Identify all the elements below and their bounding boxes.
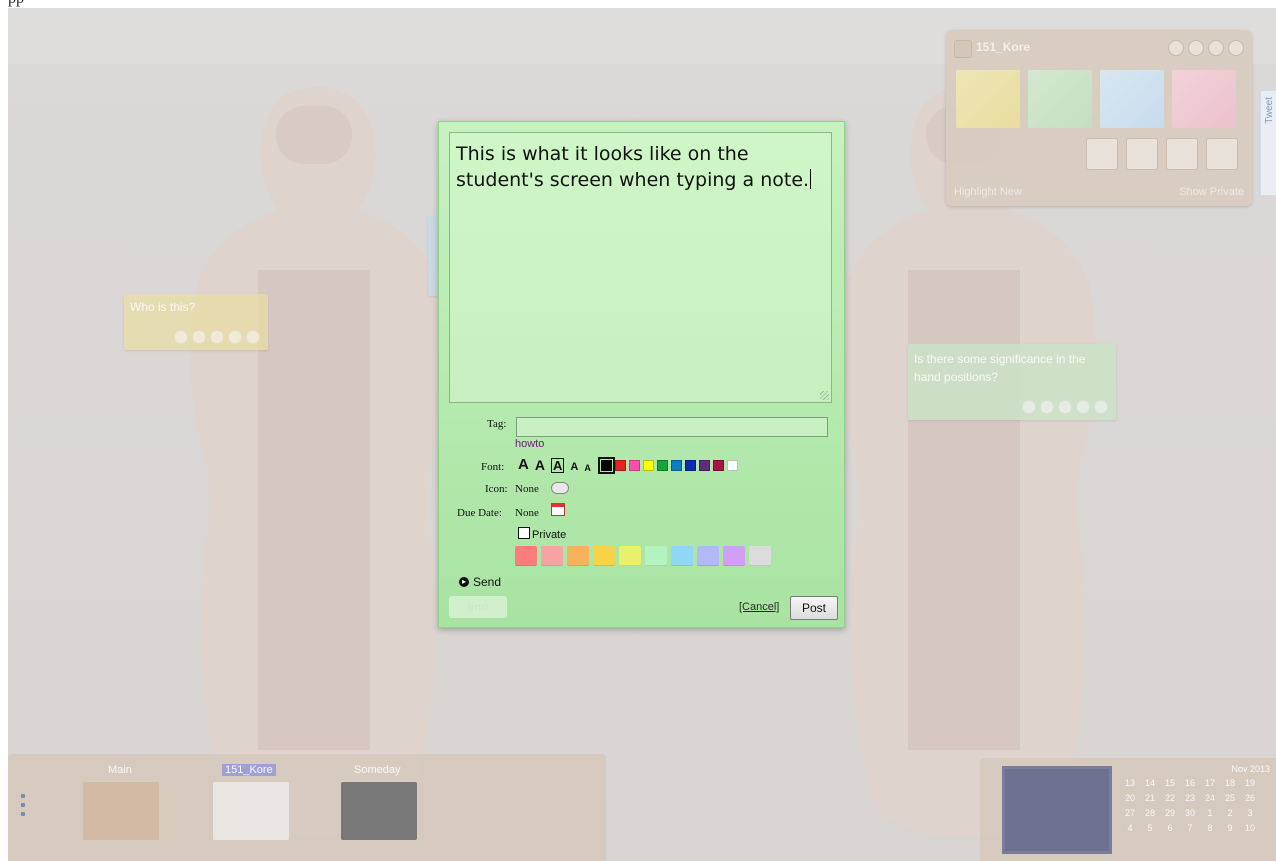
text-color-green[interactable] <box>657 460 668 471</box>
text-caret <box>810 169 812 189</box>
icon-value: None <box>515 483 539 495</box>
expand-arrow-icon: ▸ <box>459 577 469 587</box>
note-color-mint[interactable] <box>645 546 667 566</box>
tag-suggestion[interactable]: howto <box>515 438 544 450</box>
note-color-purple[interactable] <box>723 546 745 566</box>
lino-logo: lino <box>449 596 507 618</box>
note-color-lime[interactable] <box>619 546 641 566</box>
font-size-option-selected[interactable]: A <box>550 458 565 473</box>
calendar-icon[interactable] <box>551 503 565 516</box>
font-size-option[interactable]: A <box>570 461 578 473</box>
font-size-option[interactable]: A <box>535 457 545 473</box>
tag-input[interactable] <box>516 417 828 437</box>
note-color-amber[interactable] <box>593 546 615 566</box>
note-color-red[interactable] <box>515 546 537 566</box>
resize-grip-icon[interactable] <box>820 391 829 400</box>
note-color-options <box>515 546 771 566</box>
private-checkbox[interactable] <box>518 527 530 539</box>
text-color-maroon[interactable] <box>713 460 724 471</box>
cancel-button[interactable]: [Cancel] <box>739 601 779 613</box>
font-size-option[interactable]: A <box>584 463 591 473</box>
font-size-option[interactable]: A <box>518 456 529 473</box>
note-color-sky[interactable] <box>671 546 693 566</box>
note-color-pink[interactable] <box>541 546 563 566</box>
icon-label: Icon: <box>485 483 508 495</box>
text-color-options <box>598 457 738 474</box>
note-editor-dialog: This is what it looks like on the studen… <box>438 121 845 628</box>
icon-picker-icon[interactable] <box>551 482 569 494</box>
due-date-label: Due Date: <box>457 507 502 519</box>
note-color-orange[interactable] <box>567 546 589 566</box>
text-color-pink[interactable] <box>629 460 640 471</box>
font-label: Font: <box>481 461 505 473</box>
text-color-black[interactable] <box>598 457 615 474</box>
top-snippet: pp <box>8 0 88 8</box>
note-color-gray[interactable] <box>749 546 771 566</box>
text-color-red[interactable] <box>615 460 626 471</box>
text-color-teal[interactable] <box>671 460 682 471</box>
text-color-white[interactable] <box>727 460 738 471</box>
send-label: Send <box>473 575 502 589</box>
note-text-editor[interactable]: This is what it looks like on the studen… <box>449 132 832 403</box>
text-color-blue[interactable] <box>685 460 696 471</box>
post-button[interactable]: Post <box>790 596 838 620</box>
note-editor-text: This is what it looks like on the studen… <box>456 143 810 191</box>
tag-label: Tag: <box>487 418 507 430</box>
send-toggle[interactable]: ▸ Send <box>459 575 501 589</box>
note-color-lavender[interactable] <box>697 546 719 566</box>
text-color-indigo[interactable] <box>699 460 710 471</box>
private-label[interactable]: Private <box>532 529 566 541</box>
due-date-value: None <box>515 507 539 519</box>
font-size-options: A A A A A <box>518 456 591 473</box>
text-color-yellow[interactable] <box>643 460 654 471</box>
top-snippet-text: pp <box>8 0 24 8</box>
